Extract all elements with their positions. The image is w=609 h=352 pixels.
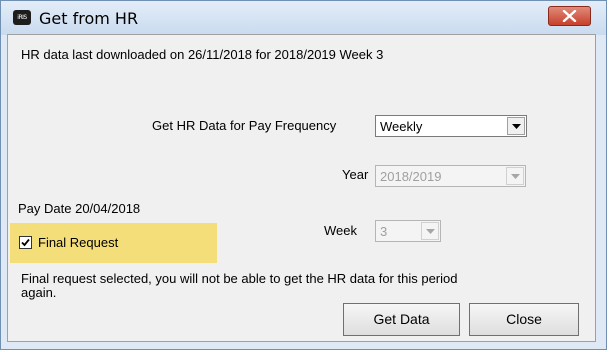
year-value: 2018/2019 (380, 169, 442, 184)
pay-date-text: Pay Date 20/04/2018 (18, 201, 141, 216)
pay-frequency-select[interactable]: Weekly (375, 115, 527, 137)
dialog-body (7, 34, 596, 342)
chevron-down-icon (426, 229, 435, 234)
year-select[interactable]: 2018/2019 (375, 165, 526, 187)
warning-line-2: again. (21, 285, 57, 300)
pay-frequency-value: Weekly (380, 119, 423, 134)
window-close-button[interactable] (548, 6, 591, 26)
close-button[interactable]: Close (469, 303, 579, 336)
pay-frequency-label: Get HR Data for Pay Frequency (152, 118, 337, 133)
app-icon: iRIS (13, 10, 31, 25)
checkmark-icon (21, 238, 30, 247)
week-select[interactable]: 3 (375, 220, 441, 242)
chevron-down-icon (511, 174, 520, 179)
last-download-info: HR data last downloaded on 26/11/2018 fo… (21, 47, 384, 62)
week-dropdown-button[interactable] (421, 222, 439, 240)
get-data-button[interactable]: Get Data (343, 303, 460, 336)
week-value: 3 (380, 224, 388, 239)
final-request-label[interactable]: Final Request (38, 235, 118, 250)
year-label: Year (342, 167, 369, 182)
window-title: Get from HR (39, 9, 139, 28)
warning-line-1: Final request selected, you will not be … (21, 271, 458, 286)
pay-frequency-dropdown-button[interactable] (507, 117, 525, 135)
close-icon (562, 10, 577, 22)
week-label: Week (324, 223, 357, 238)
final-request-checkbox[interactable] (19, 236, 32, 249)
year-dropdown-button[interactable] (506, 167, 524, 185)
chevron-down-icon (512, 124, 521, 129)
title-bar[interactable]: iRIS Get from HR (1, 1, 606, 35)
